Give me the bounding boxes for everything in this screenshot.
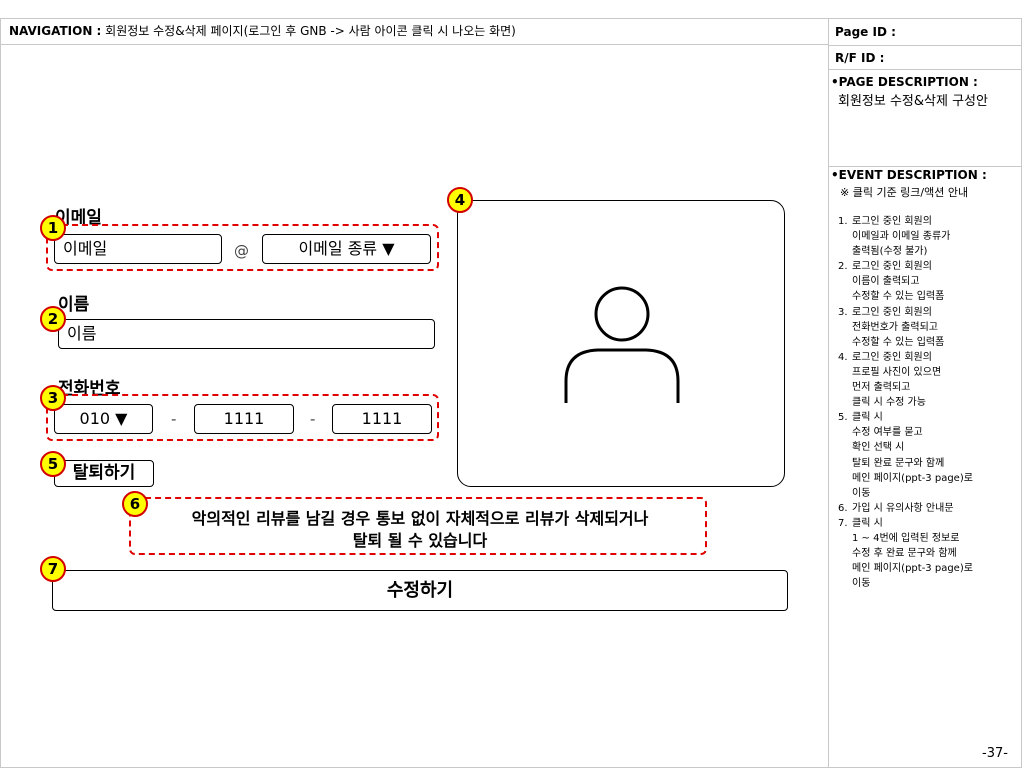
event-line: 6. 가입 시 유의사항 안내문 xyxy=(838,501,973,516)
event-line: 3. 로그인 중인 회원의 xyxy=(838,305,973,320)
email-domain-select[interactable]: 이메일 종류 ▼ xyxy=(262,234,431,264)
marker-badge-3: 3 xyxy=(40,385,66,411)
event-line: 1 ~ 4번에 입력된 정보로 xyxy=(838,531,973,546)
event-text: 가입 시 유의사항 안내문 xyxy=(852,502,954,514)
page-number: -37- xyxy=(982,746,1008,761)
notice-text: 악의적인 리뷰를 남길 경우 통보 없이 자체적으로 리뷰가 삭제되거나 탈퇴 … xyxy=(140,508,700,552)
email-input[interactable]: 이메일 xyxy=(54,234,222,264)
phone-prefix-select[interactable]: 010 ▼ xyxy=(54,404,153,434)
event-description-subtitle: ※ 클릭 기준 링크/액션 안내 xyxy=(840,186,969,199)
event-text: 이동 xyxy=(852,487,871,499)
event-text: 로그인 중인 회원의 xyxy=(852,351,932,363)
event-line: 메인 페이지(ppt-3 page)로 xyxy=(838,561,973,576)
side-divider xyxy=(829,45,1022,46)
event-text: 메인 페이지(ppt-3 page)로 xyxy=(852,472,973,484)
event-line: 수정할 수 있는 입력폼 xyxy=(838,335,973,350)
event-line: 이름이 출력되고 xyxy=(838,274,973,289)
marker-badge-7: 7 xyxy=(40,556,66,582)
event-line: 이동 xyxy=(838,576,973,591)
event-line: 4. 로그인 중인 회원의 xyxy=(838,350,973,365)
side-panel-divider xyxy=(828,18,829,768)
event-text: 수정할 수 있는 입력폼 xyxy=(852,336,945,348)
event-text: 먼저 출력되고 xyxy=(852,382,911,394)
notice-line-2: 탈퇴 될 수 있습니다 xyxy=(352,531,488,550)
event-text: 클릭 시 수정 가능 xyxy=(852,397,926,409)
event-text: 클릭 시 xyxy=(852,517,883,529)
marker-badge-1: 1 xyxy=(40,215,66,241)
event-text: 확인 선택 시 xyxy=(852,442,905,454)
navigation-prefix: NAVIGATION : xyxy=(9,24,102,38)
profile-picture-box[interactable] xyxy=(457,200,785,487)
event-text: 클릭 시 xyxy=(852,412,883,424)
event-line: 먼저 출력되고 xyxy=(838,380,973,395)
event-line: 2. 로그인 중인 회원의 xyxy=(838,259,973,274)
event-text: 로그인 중인 회원의 xyxy=(852,261,932,273)
event-line: 5. 클릭 시 xyxy=(838,410,973,425)
event-text: 탈퇴 완료 문구와 함께 xyxy=(852,457,945,469)
event-text: 수정 여부를 묻고 xyxy=(852,427,923,439)
event-description-list: 1. 로그인 중인 회원의 이메일과 이메일 종류가 출력됨(수정 불가) 2. 로그인 … xyxy=(838,214,973,591)
event-number: 6. xyxy=(838,502,848,514)
phone-last-input[interactable]: 1111 xyxy=(332,404,432,434)
event-text: 출력됨(수정 불가) xyxy=(852,246,928,258)
event-line: 클릭 시 수정 가능 xyxy=(838,395,973,410)
phone-middle-input[interactable]: 1111 xyxy=(194,404,294,434)
marker-badge-5: 5 xyxy=(40,451,66,477)
user-profile-icon xyxy=(564,286,680,403)
event-line: 수정 후 완료 문구와 함께 xyxy=(838,546,973,561)
event-text: 로그인 중인 회원의 xyxy=(852,306,932,318)
event-line: 전화번호가 출력되고 xyxy=(838,320,973,335)
marker-badge-6: 6 xyxy=(122,491,148,517)
event-text: 전화번호가 출력되고 xyxy=(852,321,938,333)
withdraw-button[interactable]: 탈퇴하기 xyxy=(54,460,154,487)
event-line: 이메일과 이메일 종류가 xyxy=(838,229,973,244)
event-line: 1. 로그인 중인 회원의 xyxy=(838,214,973,229)
event-number: 7. xyxy=(838,517,848,529)
notice-line-1: 악의적인 리뷰를 남길 경우 통보 없이 자체적으로 리뷰가 삭제되거나 xyxy=(191,509,649,528)
event-line: 7. 클릭 시 xyxy=(838,516,973,531)
event-text: 로그인 중인 회원의 xyxy=(852,216,932,227)
event-line: 확인 선택 시 xyxy=(838,440,973,455)
event-number: 4. xyxy=(838,351,848,363)
event-text: 이름이 출력되고 xyxy=(852,276,920,288)
event-text: 프로필 사진이 있으면 xyxy=(852,366,942,378)
event-text: 이동 xyxy=(852,578,871,590)
event-line: 메인 페이지(ppt-3 page)로 xyxy=(838,471,973,486)
event-line: 프로필 사진이 있으면 xyxy=(838,365,973,380)
page-description-title: •PAGE DESCRIPTION : xyxy=(831,75,978,89)
submit-button[interactable]: 수정하기 xyxy=(52,570,788,611)
navigation-text: 회원정보 수정&삭제 페이지(로그인 후 GNB -> 사람 아이콘 클릭 시 … xyxy=(105,24,516,38)
page-description-text: 회원정보 수정&삭제 구성안 xyxy=(838,94,988,109)
event-line: 출력됨(수정 불가) xyxy=(838,244,973,259)
event-number: 2. xyxy=(838,261,848,273)
phone-dash: - xyxy=(310,410,316,428)
marker-badge-4: 4 xyxy=(447,187,473,213)
at-sign: @ xyxy=(234,242,249,260)
side-divider xyxy=(829,166,1022,167)
rf-id-label: R/F ID : xyxy=(835,51,885,65)
event-number: 1. xyxy=(838,216,848,227)
side-divider xyxy=(829,69,1022,70)
name-input[interactable]: 이름 xyxy=(58,319,435,349)
event-text: 이메일과 이메일 종류가 xyxy=(852,231,951,243)
event-number: 5. xyxy=(838,412,848,424)
navigation-bar: NAVIGATION : 회원정보 수정&삭제 페이지(로그인 후 GNB ->… xyxy=(0,18,829,45)
event-description-title: •EVENT DESCRIPTION : xyxy=(831,168,987,182)
page-id-label: Page ID : xyxy=(835,25,896,39)
marker-badge-2: 2 xyxy=(40,306,66,332)
event-text: 1 ~ 4번에 입력된 정보로 xyxy=(852,532,960,544)
phone-dash: - xyxy=(171,410,177,428)
event-line: 이동 xyxy=(838,486,973,501)
event-line: 탈퇴 완료 문구와 함께 xyxy=(838,456,973,471)
event-text: 수정 후 완료 문구와 함께 xyxy=(852,548,957,560)
event-text: 수정할 수 있는 입력폼 xyxy=(852,291,945,303)
event-line: 수정 여부를 묻고 xyxy=(838,425,973,440)
event-line: 수정할 수 있는 입력폼 xyxy=(838,289,973,304)
event-text: 메인 페이지(ppt-3 page)로 xyxy=(852,563,973,575)
event-number: 3. xyxy=(838,306,848,318)
